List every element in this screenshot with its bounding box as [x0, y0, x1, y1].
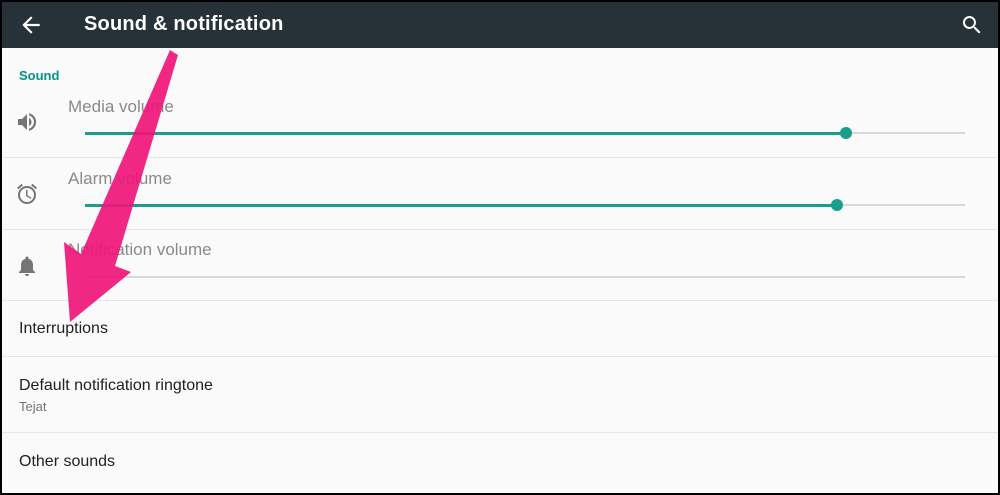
alarm-volume-label: Alarm volume: [68, 169, 172, 188]
media-volume-thumb[interactable]: [840, 127, 853, 139]
bell-icon: [19, 256, 35, 276]
alarm-volume-slider[interactable]: [85, 199, 965, 211]
notification-volume-slider[interactable]: [85, 276, 965, 278]
alarm-clock-icon: [17, 183, 37, 204]
notification-volume-row: Notification volume: [2, 230, 998, 300]
alarm-volume-thumb[interactable]: [831, 199, 844, 211]
speaker-icon: [18, 113, 37, 131]
alarm-volume-row: Alarm volume: [2, 158, 998, 230]
arrow-back-icon[interactable]: [18, 12, 44, 38]
default-ringtone-label: Default notification ringtone: [19, 377, 213, 394]
page-title: Sound & notification: [84, 13, 284, 35]
search-icon[interactable]: [960, 13, 984, 37]
media-volume-slider[interactable]: [85, 127, 965, 139]
alarm-volume-fill: [85, 203, 838, 207]
media-volume-label: Media volume: [68, 97, 174, 116]
media-volume-row: Media volume: [2, 88, 998, 158]
section-header-sound: Sound: [19, 68, 60, 83]
interruptions-item[interactable]: Interruptions: [2, 301, 998, 356]
interruptions-label: Interruptions: [19, 320, 108, 337]
settings-screen: Sound & notification Sound Media volume …: [2, 2, 998, 493]
app-bar: Sound & notification: [2, 2, 998, 48]
media-volume-fill: [85, 131, 847, 135]
default-ringtone-value: Tejat: [19, 399, 47, 414]
other-sounds-label: Other sounds: [19, 453, 116, 470]
default-ringtone-item[interactable]: Default notification ringtone Tejat: [2, 357, 998, 432]
other-sounds-item[interactable]: Other sounds: [2, 433, 998, 493]
notification-volume-label: Notification volume: [68, 240, 212, 259]
